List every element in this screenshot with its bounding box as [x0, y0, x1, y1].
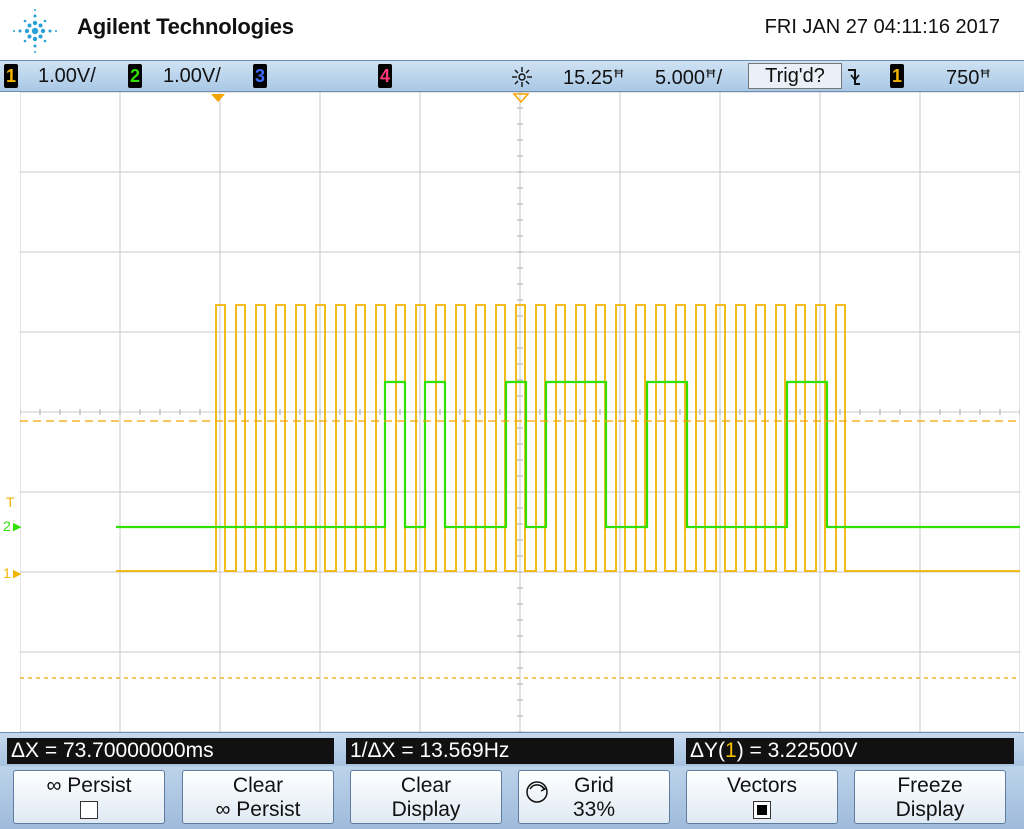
agilent-spark-icon [13, 9, 57, 53]
clear-persist-label-2: ∞ Persist [215, 798, 301, 821]
persist-checkbox[interactable] [80, 801, 98, 819]
freeze-display-label-1: Freeze [897, 774, 963, 797]
channel-1-ground-arrow-icon: ▶ [13, 567, 22, 580]
delta-y-channel: 1 [725, 739, 737, 762]
trigger-level-marker[interactable]: T [6, 494, 15, 510]
vectors-softkey[interactable]: Vectors [686, 770, 838, 824]
trigger-position-marker [512, 93, 530, 104]
waveform-graticule [20, 92, 1020, 732]
delta-y-value: ) = 3.22500V [736, 739, 858, 762]
delta-y-readout: ΔY(1) = 3.22500V [686, 738, 1014, 764]
channel-2-ground-marker[interactable]: 2 [3, 518, 11, 534]
channel-1-waveform [116, 304, 1020, 572]
measurement-bar: ΔX = 73.70000000ms 1/ΔX = 13.569Hz ΔY(1)… [0, 732, 1024, 766]
timebase-value: 5.000ꟸ/ [655, 67, 723, 89]
channel-3-indicator[interactable]: 3 [253, 64, 267, 88]
channel-1-indicator[interactable]: 1 [4, 64, 18, 88]
delay-value: 15.25ꟸ [563, 67, 625, 89]
waveform-display[interactable] [20, 92, 1020, 732]
channel-1-scale: 1.00V/ [38, 65, 96, 87]
vectors-checkbox[interactable] [753, 801, 771, 819]
delta-y-prefix: ΔY( [690, 739, 726, 762]
trigger-level: 750ꟸ [946, 67, 991, 89]
rotary-knob-icon [526, 781, 548, 803]
channel-1-ground-marker[interactable]: 1 [3, 565, 11, 581]
vectors-label: Vectors [726, 774, 798, 797]
channel-2-scale: 1.00V/ [163, 65, 221, 87]
falling-edge-icon [848, 69, 860, 85]
channel-markers: T 2 ▶ 1 ▶ [0, 490, 22, 590]
softkey-bar: ∞ Persist Clear ∞ Persist Clear Display … [0, 766, 1024, 829]
trigger-source-indicator[interactable]: 1 [890, 64, 904, 88]
clear-display-label-2: Display [391, 798, 461, 821]
cursor-x1-marker [211, 94, 225, 102]
brand-name: Agilent Technologies [77, 14, 294, 39]
channel-2-indicator[interactable]: 2 [128, 64, 142, 88]
delta-x-readout: ΔX = 73.70000000ms [7, 738, 334, 764]
date-time: FRI JAN 27 04:11:16 2017 [764, 16, 1000, 38]
trigger-status: Trig'd? [748, 63, 842, 89]
persist-softkey[interactable]: ∞ Persist [13, 770, 165, 824]
clear-display-softkey[interactable]: Clear Display [350, 770, 502, 824]
channel-4-indicator[interactable]: 4 [378, 64, 392, 88]
freeze-display-softkey[interactable]: Freeze Display [854, 770, 1006, 824]
header: Agilent Technologies FRI JAN 27 04:11:16… [0, 0, 1024, 60]
status-bar: 1 1.00V/ 2 1.00V/ 3 4 15.25ꟸ 5.000ꟸ/ Tri… [0, 60, 1024, 92]
freeze-display-label-2: Display [895, 798, 965, 821]
inverse-delta-x-readout: 1/ΔX = 13.569Hz [346, 738, 674, 764]
time-reference-icon [512, 67, 532, 87]
grid-softkey[interactable]: Grid 33% [518, 770, 670, 824]
clear-display-label-1: Clear [400, 774, 452, 797]
persist-label: ∞ Persist [46, 774, 132, 797]
clear-persist-label-1: Clear [232, 774, 284, 797]
channel-2-ground-arrow-icon: ▶ [13, 520, 22, 533]
clear-persist-softkey[interactable]: Clear ∞ Persist [182, 770, 334, 824]
channel-2-waveform [116, 380, 1020, 529]
